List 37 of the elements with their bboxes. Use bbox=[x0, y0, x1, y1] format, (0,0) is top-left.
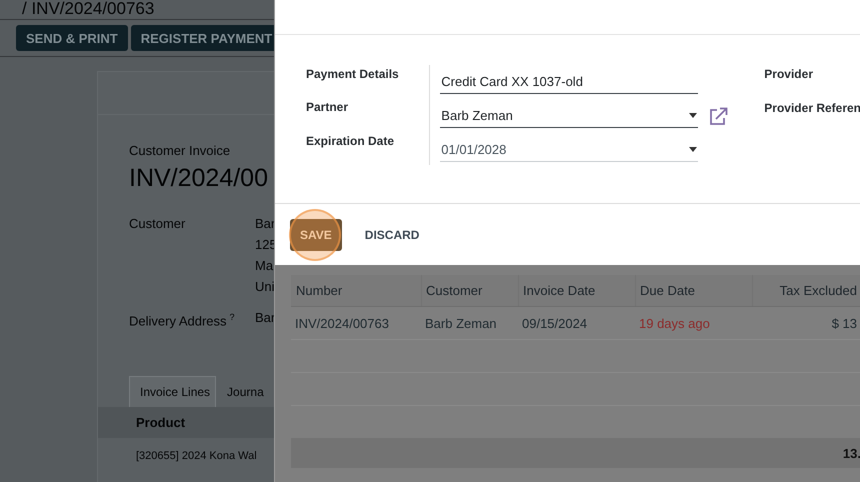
field-label: Customer bbox=[129, 215, 186, 233]
table-cell-text: 09/15/2024 bbox=[521, 315, 588, 333]
save-button[interactable]: SAVE bbox=[290, 218, 342, 250]
action-button[interactable]: SEND & PRINT bbox=[16, 25, 128, 51]
partner-dropdown[interactable]: Barb Zeman bbox=[440, 104, 698, 128]
tab[interactable]: Journa bbox=[216, 376, 270, 408]
column-header: Number bbox=[295, 282, 344, 300]
field-label: Partner bbox=[306, 99, 350, 116]
date-dropdown[interactable]: 01/01/2028 bbox=[440, 138, 698, 162]
column-header: Product bbox=[136, 415, 186, 430]
table-cell-text: Barb Zeman bbox=[424, 315, 498, 333]
field-value: Bar bbox=[255, 215, 276, 233]
caret-icon bbox=[689, 113, 698, 118]
text-field[interactable]: Credit Card XX 1037-old bbox=[440, 70, 698, 94]
table-cell: [320655] 2024 Kona Wal bbox=[136, 450, 257, 462]
table-cell-text: 19 days ago bbox=[638, 315, 711, 333]
table-cell-text: INV/2024/00763 bbox=[294, 315, 390, 333]
field-label: Delivery Address $^{?}$ bbox=[129, 311, 236, 330]
field-label: Provider Referen bbox=[764, 100, 860, 117]
tab[interactable]: Invoice Lines bbox=[129, 376, 216, 408]
field-value: Bar bbox=[255, 309, 276, 327]
column-header: Due Date bbox=[635, 275, 752, 306]
invoice-title: INV/2024/00 bbox=[129, 164, 269, 193]
discard-button[interactable]: DISCARD bbox=[354, 218, 430, 250]
total-amount: 13. bbox=[842, 446, 860, 460]
document-type: Customer Invoice bbox=[129, 143, 232, 158]
caret-icon bbox=[689, 147, 698, 152]
field-value: Uni bbox=[255, 278, 275, 296]
field-label: Expiration Date bbox=[306, 132, 396, 150]
field-label: Payment Details bbox=[306, 66, 400, 83]
column-header: Tax Excluded bbox=[752, 275, 860, 306]
column-header: Invoice Date bbox=[518, 275, 635, 306]
field-label: Provider bbox=[764, 66, 814, 83]
column-header: Customer bbox=[421, 275, 518, 306]
table-cell-text: $ 13 bbox=[830, 315, 858, 333]
field-value: Ma bbox=[255, 257, 274, 275]
external-link-icon[interactable] bbox=[708, 106, 728, 126]
